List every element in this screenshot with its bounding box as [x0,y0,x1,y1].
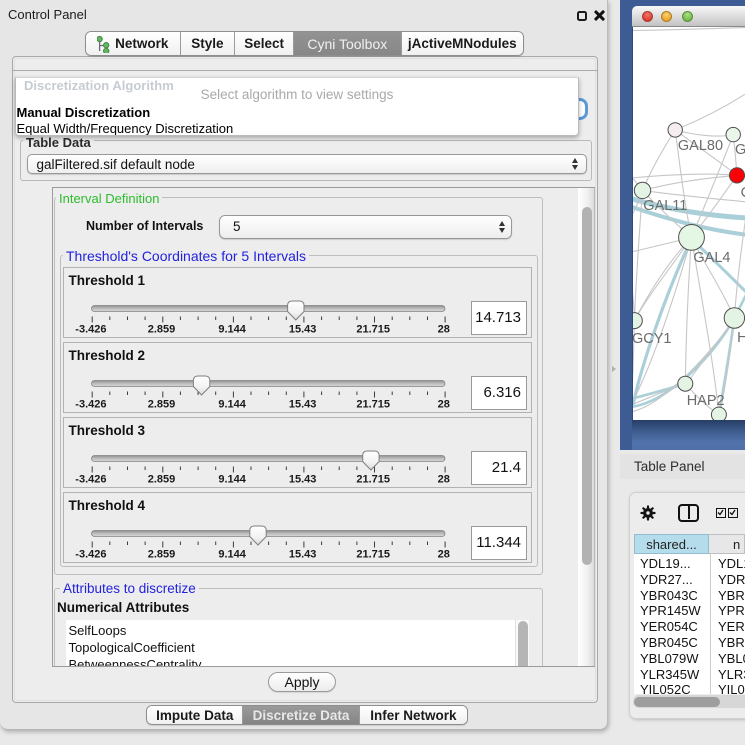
svg-text:21.715: 21.715 [356,474,390,486]
svg-text:GCY1: GCY1 [633,331,672,347]
svg-text:2.859: 2.859 [147,324,175,336]
svg-text:C: C [741,185,745,201]
svg-text:GAL4: GAL4 [693,250,730,266]
svg-text:H: H [737,330,745,346]
svg-text:15.43: 15.43 [288,549,316,561]
svg-text:-3.426: -3.426 [75,549,106,561]
svg-text:GAL80: GAL80 [678,138,723,154]
svg-text:2.859: 2.859 [147,549,175,561]
svg-text:-3.426: -3.426 [75,399,106,411]
svg-text:28: 28 [437,474,449,486]
svg-text:-3.426: -3.426 [75,474,106,486]
svg-text:28: 28 [437,549,449,561]
svg-text:28: 28 [437,324,449,336]
svg-text:15.43: 15.43 [288,324,316,336]
svg-text:-3.426: -3.426 [75,324,106,336]
svg-text:21.715: 21.715 [356,549,390,561]
svg-text:21.715: 21.715 [356,399,390,411]
svg-text:9.144: 9.144 [218,474,246,486]
svg-text:GAL11: GAL11 [643,198,687,214]
svg-text:21.715: 21.715 [356,324,390,336]
svg-text:15.43: 15.43 [288,474,316,486]
svg-text:9.144: 9.144 [218,549,246,561]
svg-text:9.144: 9.144 [218,399,246,411]
svg-text:2.859: 2.859 [147,399,175,411]
svg-text:9.144: 9.144 [218,324,246,336]
svg-text:28: 28 [437,399,449,411]
svg-text:HAP2: HAP2 [687,393,725,409]
svg-text:G.: G. [735,142,745,158]
svg-text:15.43: 15.43 [288,399,316,411]
svg-text:2.859: 2.859 [147,474,175,486]
